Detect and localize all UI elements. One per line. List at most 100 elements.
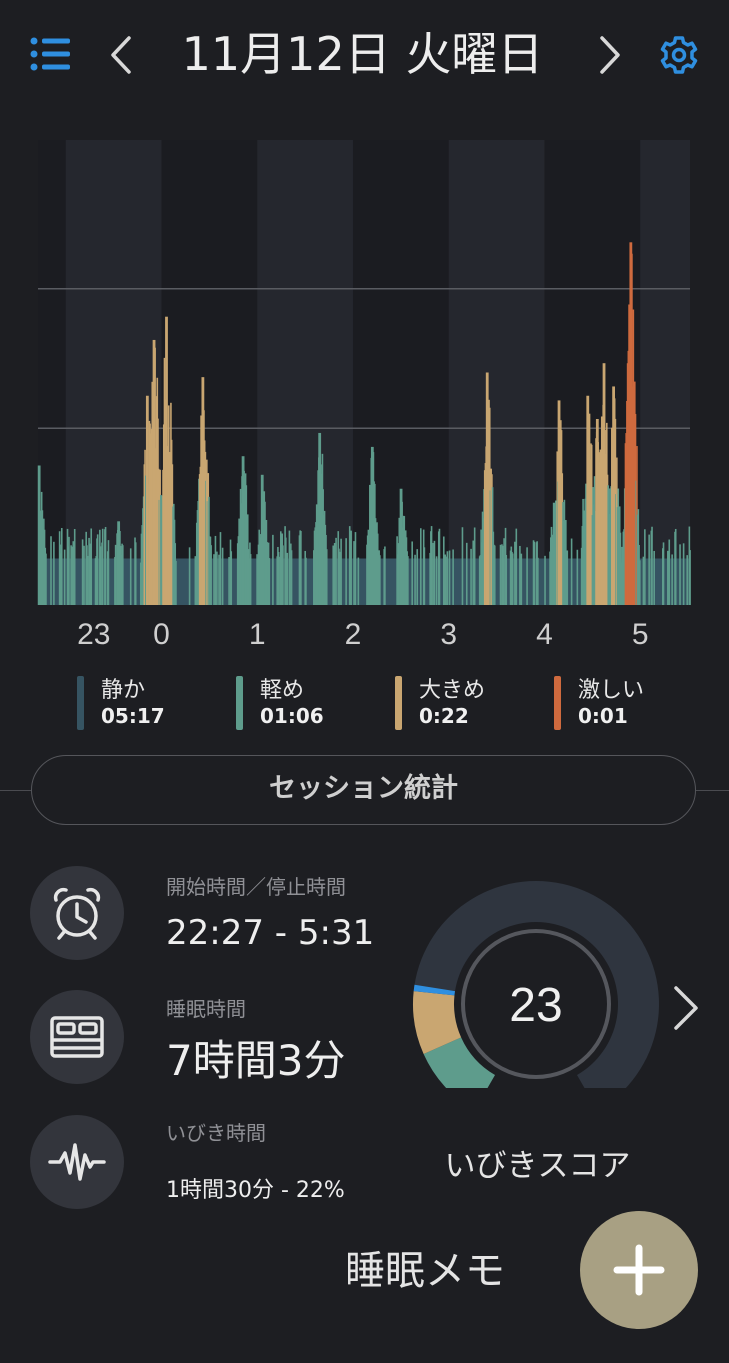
snore-bar (72, 541, 75, 605)
sleep-duration-value: 7時間3分 (166, 1036, 346, 1085)
hour-band (640, 140, 690, 605)
snore-bar (473, 527, 476, 605)
legend-label: 激しい (578, 678, 645, 703)
snore-bar (461, 527, 464, 605)
snore-bar (433, 540, 436, 605)
snore-bar (286, 552, 289, 605)
snore-bar (214, 535, 217, 605)
x-tick-label: 4 (536, 618, 553, 651)
snore-bar (53, 541, 55, 605)
snore-bar (526, 547, 528, 605)
snore-bar (353, 541, 355, 605)
snore-peak-bar (485, 372, 489, 605)
snore-bar (493, 545, 496, 605)
snore-score-gauge[interactable]: 23 (405, 878, 675, 1088)
bed-icon (30, 990, 124, 1084)
snore-bar (45, 553, 47, 605)
snore-bar (438, 528, 441, 605)
snore-bar (653, 550, 655, 605)
snore-bar (642, 556, 645, 605)
x-tick-label: 23 (77, 618, 110, 651)
legend-swatch-quiet (77, 676, 84, 730)
snore-bar (230, 551, 233, 605)
snore-bar (134, 542, 137, 605)
snore-bar (679, 544, 681, 605)
snore-peak-bar (37, 465, 41, 605)
snore-bar (668, 539, 671, 605)
snore-bar (175, 560, 177, 605)
snore-bar (499, 544, 502, 605)
snore-bar (71, 546, 73, 605)
snore-bar (648, 534, 650, 605)
snore-bar (682, 543, 685, 605)
snore-bar (290, 550, 293, 605)
snore-bar (279, 531, 282, 605)
snore-bar (249, 554, 252, 605)
snore-bar (282, 545, 284, 605)
next-day-chevron-icon[interactable] (592, 30, 626, 80)
snore-bar (325, 549, 328, 605)
snore-bar (470, 548, 472, 605)
snore-bar (345, 538, 347, 605)
snore-bar (86, 555, 89, 605)
settings-gear-icon[interactable] (656, 30, 702, 80)
snore-peak-bar (370, 446, 374, 605)
waveform-icon (30, 1115, 124, 1209)
legend-value: 05:17 (101, 704, 165, 728)
snore-peak-bar (552, 502, 556, 605)
snore-peak-bar (557, 400, 561, 605)
snore-bar (63, 549, 66, 605)
snore-peak-bar (629, 242, 633, 606)
snore-bar (338, 551, 341, 605)
menu-list-icon[interactable] (28, 34, 74, 74)
snore-bar (689, 550, 691, 605)
snore-bar (446, 551, 449, 605)
snore-bar (218, 554, 220, 605)
snore-bar (114, 544, 117, 605)
snore-bar (576, 549, 579, 605)
header: 11月12日 火曜日 (0, 0, 729, 110)
snore-bar (533, 541, 536, 605)
add-memo-button[interactable] (580, 1211, 698, 1329)
snore-bar (511, 553, 514, 605)
score-detail-chevron-icon[interactable] (668, 980, 704, 1036)
snore-bar (354, 532, 357, 605)
date-title: 11月12日 火曜日 (181, 27, 544, 81)
snore-bar (194, 556, 197, 605)
start-stop-time-value: 22:27 - 5:31 (166, 913, 375, 953)
snore-bar (357, 557, 360, 605)
snore-bar (107, 540, 110, 605)
snore-bar (423, 547, 426, 605)
snore-bar (335, 537, 337, 605)
snore-bar (671, 554, 673, 605)
snore-peak-bar (318, 432, 322, 605)
legend-value: 0:22 (419, 704, 469, 728)
snore-peak-bar (201, 377, 205, 605)
snore-bar (379, 555, 381, 605)
snore-bar (416, 549, 419, 605)
x-tick-label: 2 (345, 618, 362, 651)
snore-bar (503, 538, 505, 605)
snore-bar (277, 551, 280, 605)
snore-bar (411, 541, 413, 605)
snore-bar (188, 547, 191, 605)
previous-day-chevron-icon[interactable] (105, 30, 139, 80)
snore-bar (566, 550, 569, 605)
snore-bar (50, 536, 52, 605)
snore-bar (129, 548, 132, 605)
snore-bar (88, 543, 91, 605)
snore-peak-bar (399, 488, 403, 605)
snore-peak-bar (165, 316, 168, 605)
snore-bar (305, 557, 307, 605)
snore-bar (219, 532, 222, 605)
snore-bar (505, 554, 508, 605)
legend-label: 静か (101, 678, 146, 703)
chart-legend: 静か 05:17 軽め 01:06 大きめ 0:22 激しい 0:01 (0, 672, 729, 734)
snore-bar (651, 526, 653, 605)
x-tick-label: 3 (440, 618, 457, 651)
legend-label: 大きめ (419, 678, 486, 703)
snore-bar (639, 560, 641, 605)
snore-bar (472, 540, 475, 605)
session-stats-button[interactable]: セッション統計 (31, 755, 696, 825)
snore-bar (414, 554, 416, 605)
